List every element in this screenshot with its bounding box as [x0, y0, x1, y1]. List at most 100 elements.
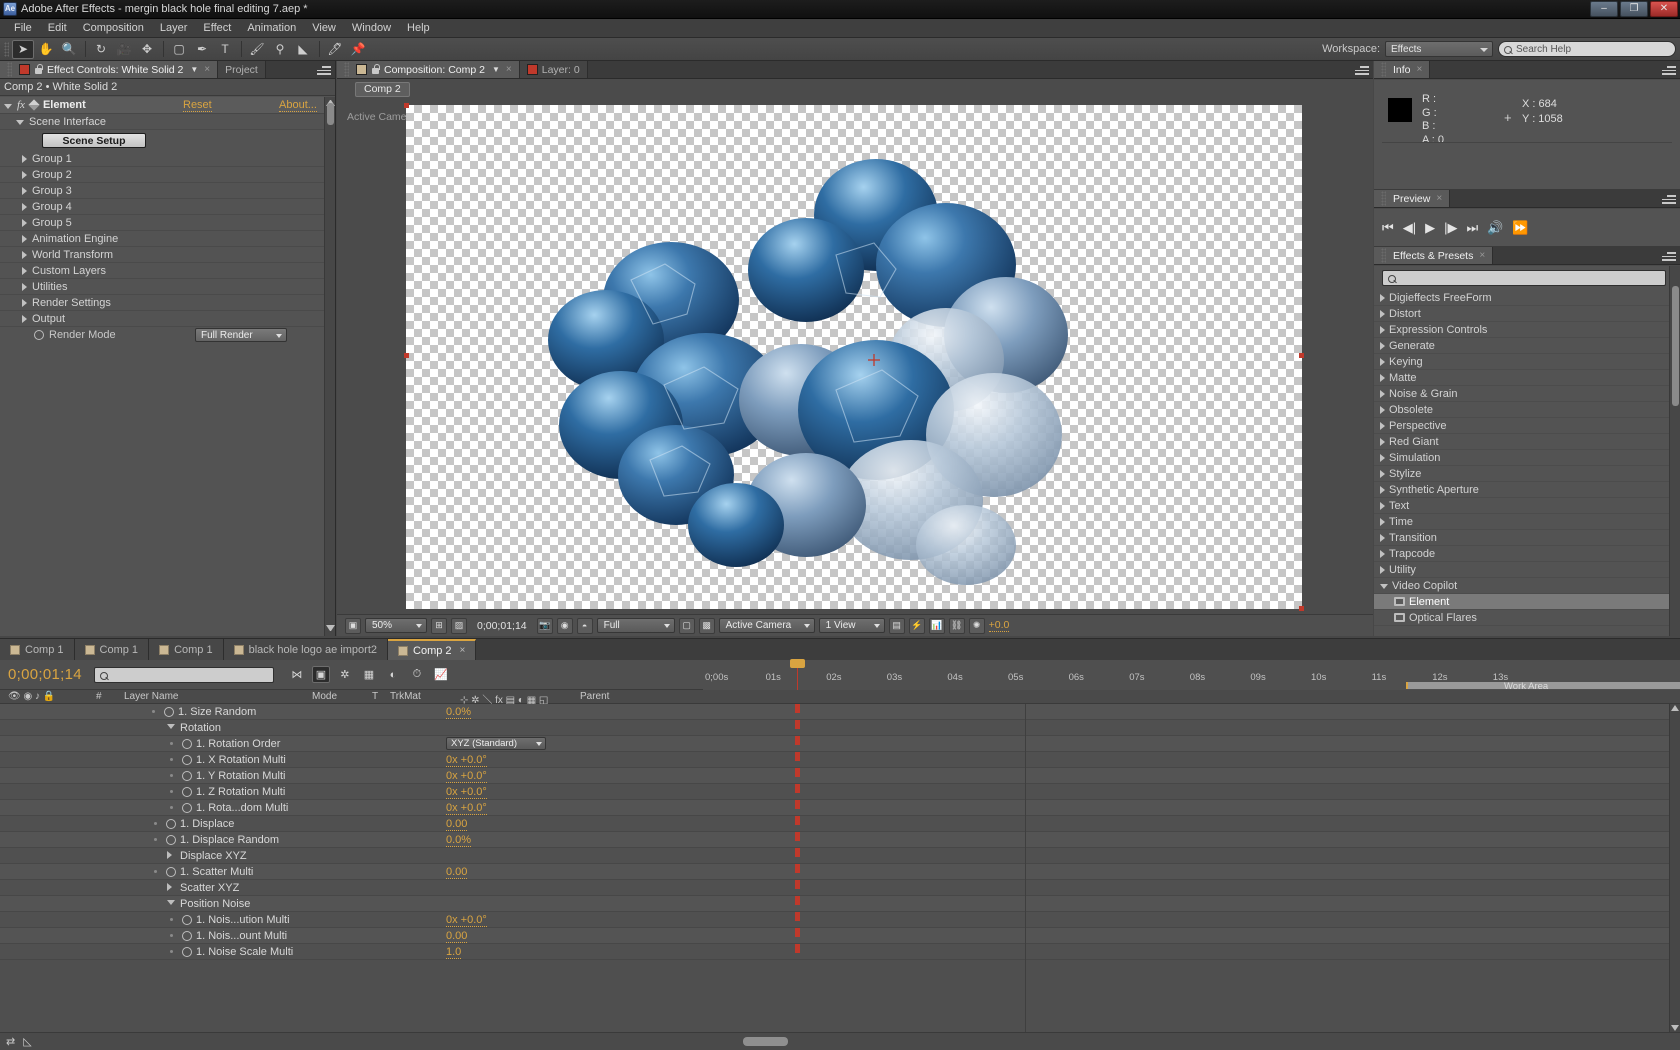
reset-link[interactable]: Reset [183, 99, 212, 112]
menu-file[interactable]: File [6, 19, 40, 38]
tab-preview[interactable]: Preview × [1374, 190, 1450, 207]
hand-tool[interactable]: ✋ [35, 40, 57, 59]
stopwatch-icon[interactable] [182, 739, 192, 749]
stopwatch-icon[interactable] [182, 803, 192, 813]
group-row-3[interactable]: Group 3 [0, 183, 335, 199]
prev-frame-icon[interactable]: ◀| [1403, 220, 1416, 236]
timeline-property-row[interactable]: Scatter XYZ [0, 880, 1680, 896]
fast-previews-icon[interactable]: ⚡ [909, 618, 925, 634]
effects-category-row[interactable]: Video Copilot [1374, 578, 1680, 594]
puppet-pin-tool[interactable]: 📌 [347, 40, 369, 59]
property-value-select[interactable]: XYZ (Standard) [446, 737, 546, 750]
breadcrumb[interactable]: Comp 2 [355, 82, 410, 97]
disclosure-triangle-icon[interactable] [1380, 294, 1385, 302]
tab-layer[interactable]: Layer: 0 [520, 61, 588, 78]
effects-category-row[interactable]: Simulation [1374, 450, 1680, 466]
disclosure-triangle-icon[interactable] [1380, 486, 1385, 494]
effects-category-row[interactable]: Red Giant [1374, 434, 1680, 450]
property-value[interactable]: 0x +0.0° [446, 914, 487, 927]
menu-help[interactable]: Help [399, 19, 438, 38]
group-row-5[interactable]: Group 5 [0, 215, 335, 231]
stopwatch-icon[interactable] [164, 707, 174, 717]
effects-search-input[interactable] [1382, 270, 1666, 286]
next-frame-icon[interactable]: |▶ [1444, 220, 1457, 236]
disclosure-triangle-icon[interactable] [1380, 470, 1385, 478]
menu-edit[interactable]: Edit [40, 19, 75, 38]
disclosure-triangle-icon[interactable] [1380, 406, 1385, 414]
selection-handle-left[interactable] [404, 353, 409, 358]
effects-category-row[interactable]: Distort [1374, 306, 1680, 322]
disclosure-triangle-icon[interactable] [1380, 502, 1385, 510]
property-value[interactable]: 0.00 [446, 818, 467, 831]
timeline-property-row[interactable]: 1. Nois...ount Multi0.00 [0, 928, 1680, 944]
minimize-button[interactable]: – [1590, 1, 1618, 17]
stopwatch-icon[interactable] [166, 819, 176, 829]
effects-category-row[interactable]: Keying [1374, 354, 1680, 370]
cti-head-icon[interactable] [790, 659, 805, 668]
disclosure-triangle-icon[interactable] [22, 299, 27, 307]
timeline-property-row[interactable]: 1. Size Random0.0% [0, 704, 1680, 720]
stopwatch-icon[interactable] [34, 330, 44, 340]
toggle-transparency-grid-icon[interactable]: ▩ [699, 618, 715, 634]
render-settings-row[interactable]: Render Settings [0, 295, 335, 311]
chevron-down-icon[interactable]: ▼ [492, 65, 500, 74]
tab-close-icon[interactable]: × [1417, 64, 1423, 75]
current-timecode[interactable]: 0;00;01;14 [471, 620, 533, 632]
custom-layers-row[interactable]: Custom Layers [0, 263, 335, 279]
property-value[interactable]: 0x +0.0° [446, 786, 487, 799]
shape-tool[interactable]: ▢ [168, 40, 190, 59]
audio-icon[interactable]: 🔊 [1487, 220, 1503, 236]
composition-tab[interactable]: Comp 1 [0, 639, 75, 660]
property-value[interactable]: 0.0% [446, 834, 471, 847]
graph-editor-icon[interactable]: 📈 [432, 666, 450, 683]
draft-3d-icon[interactable]: ▣ [312, 666, 330, 683]
about-link[interactable]: About... [279, 99, 317, 112]
show-snapshot-icon[interactable]: ◉ [557, 618, 573, 634]
timeline-search-input[interactable] [94, 667, 274, 683]
tab-close-icon[interactable]: × [1436, 193, 1442, 204]
property-value[interactable]: 0x +0.0° [446, 770, 487, 783]
utilities-row[interactable]: Utilities [0, 279, 335, 295]
timeline-property-row[interactable]: 1. Rotation OrderXYZ (Standard) [0, 736, 1680, 752]
keyframe-nav-dot-icon[interactable] [170, 774, 173, 777]
property-value[interactable]: 1.0 [446, 946, 461, 959]
type-tool[interactable]: T [214, 40, 236, 59]
scene-interface-group[interactable]: Scene Interface [0, 114, 335, 130]
tab-close-icon[interactable]: × [506, 64, 512, 75]
output-row[interactable]: Output [0, 311, 335, 327]
preview-panel-menu-icon[interactable] [1662, 193, 1676, 204]
stopwatch-icon[interactable] [182, 771, 192, 781]
effect-controls-panel-menu-icon[interactable] [317, 64, 331, 75]
clone-stamp-tool[interactable]: ⚲ [269, 40, 291, 59]
disclosure-triangle-icon[interactable] [22, 171, 27, 179]
effect-header-element[interactable]: fx Element Reset About... [0, 97, 335, 114]
scrollbar-thumb[interactable] [327, 103, 334, 125]
grid-guides-icon[interactable]: ⊞ [431, 618, 447, 634]
menu-animation[interactable]: Animation [239, 19, 304, 38]
toggle-switches-modes-icon[interactable]: ⇄ [6, 1035, 15, 1048]
tab-close-icon[interactable]: × [204, 64, 210, 75]
composition-mini-flowchart-icon[interactable]: ⋈ [288, 666, 306, 683]
keyframe-nav-dot-icon[interactable] [170, 758, 173, 761]
composition-tab[interactable]: Comp 1 [75, 639, 150, 660]
effects-category-row[interactable]: Time [1374, 514, 1680, 530]
keyframe-nav-dot-icon[interactable] [170, 806, 173, 809]
tab-project[interactable]: Project [218, 61, 266, 78]
effects-category-row[interactable]: Trapcode [1374, 546, 1680, 562]
timeline-current-time[interactable]: 0;00;01;14 [8, 666, 82, 683]
tab-close-icon[interactable]: × [460, 645, 466, 656]
disclosure-triangle-icon[interactable] [22, 187, 27, 195]
disclosure-triangle-icon[interactable] [22, 283, 27, 291]
composition-tab[interactable]: Comp 2× [388, 639, 476, 660]
timeline-jump-icon[interactable]: 📊 [929, 618, 945, 634]
exposure-value[interactable]: +0.0 [989, 619, 1010, 632]
timeline-property-row[interactable]: 1. Displace Random0.0% [0, 832, 1680, 848]
effects-category-row[interactable]: Obsolete [1374, 402, 1680, 418]
disclosure-triangle-icon[interactable] [1380, 422, 1385, 430]
composition-tab[interactable]: Comp 1 [149, 639, 224, 660]
work-area-bar[interactable]: Work Area [1406, 682, 1666, 689]
disclosure-triangle-icon[interactable] [167, 724, 175, 729]
tab-info[interactable]: Info × [1374, 61, 1430, 78]
comp-flowchart-icon[interactable]: ⛓ [949, 618, 965, 634]
timeline-property-row[interactable]: Position Noise [0, 896, 1680, 912]
